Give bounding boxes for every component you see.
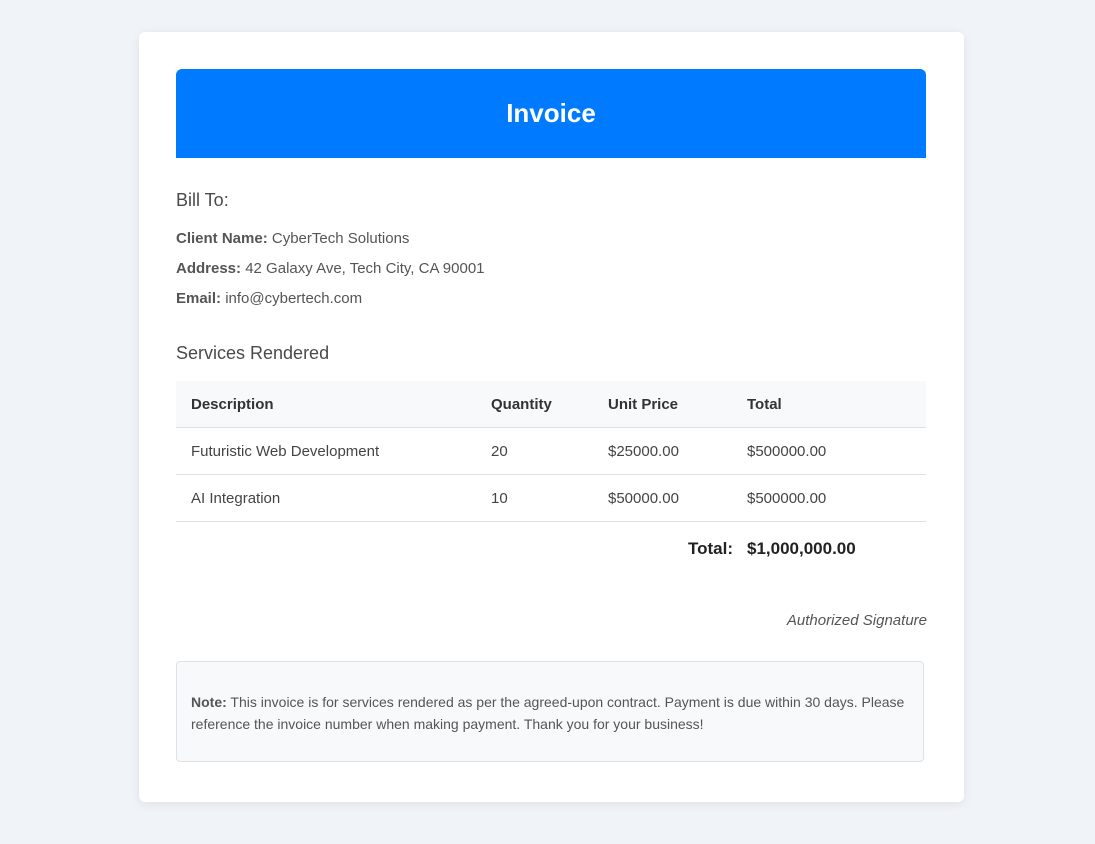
- grand-total-value: $1,000,000.00: [747, 539, 856, 558]
- invoice-title: Invoice: [506, 98, 596, 128]
- row-description: Futuristic Web Development: [176, 427, 476, 475]
- row-unit-price: $50000.00: [593, 474, 732, 522]
- row-total: $500000.00: [732, 474, 926, 522]
- grand-total-label: Total:: [687, 539, 733, 558]
- column-header-quantity: Quantity: [476, 381, 593, 428]
- address-line: Address: 42 Galaxy Ave, Tech City, CA 90…: [176, 260, 485, 277]
- note-text: This invoice is for services rendered as…: [191, 694, 905, 732]
- email-value: info@cybertech.com: [225, 290, 363, 307]
- invoice-header: Invoice: [176, 69, 926, 158]
- note-box: Note: This invoice is for services rende…: [176, 661, 924, 762]
- row-total: $500000.00: [732, 427, 926, 475]
- invoice-card: Invoice Bill To: Client Name: CyberTech …: [139, 32, 964, 802]
- services-table: Description Quantity Unit Price Total Fu…: [176, 381, 926, 522]
- row-quantity: 20: [476, 427, 593, 475]
- row-unit-price: $25000.00: [593, 427, 732, 475]
- services-title: Services Rendered: [176, 343, 330, 363]
- column-header-unit-price: Unit Price: [593, 381, 732, 428]
- email-line: Email: info@cybertech.com: [176, 290, 362, 307]
- address-label: Address:: [176, 260, 242, 277]
- client-name-value: CyberTech Solutions: [271, 230, 410, 247]
- table-row: AI Integration 10 $50000.00 $500000.00: [176, 474, 926, 522]
- table-header-row: Description Quantity Unit Price Total: [176, 381, 926, 428]
- column-header-description: Description: [176, 381, 476, 428]
- column-header-total: Total: [732, 381, 926, 428]
- row-description: AI Integration: [176, 474, 476, 522]
- email-label: Email:: [176, 290, 222, 307]
- bill-to-title: Bill To:: [176, 190, 229, 210]
- grand-total-row: Total: $1,000,000.00: [176, 535, 926, 565]
- note-label: Note:: [191, 694, 227, 710]
- authorized-signature: Authorized Signature: [786, 612, 927, 629]
- table-row: Futuristic Web Development 20 $25000.00 …: [176, 427, 926, 475]
- client-name-line: Client Name: CyberTech Solutions: [176, 230, 409, 247]
- client-name-label: Client Name:: [176, 230, 268, 247]
- address-value: 42 Galaxy Ave, Tech City, CA 90001: [245, 260, 485, 277]
- row-quantity: 10: [476, 474, 593, 522]
